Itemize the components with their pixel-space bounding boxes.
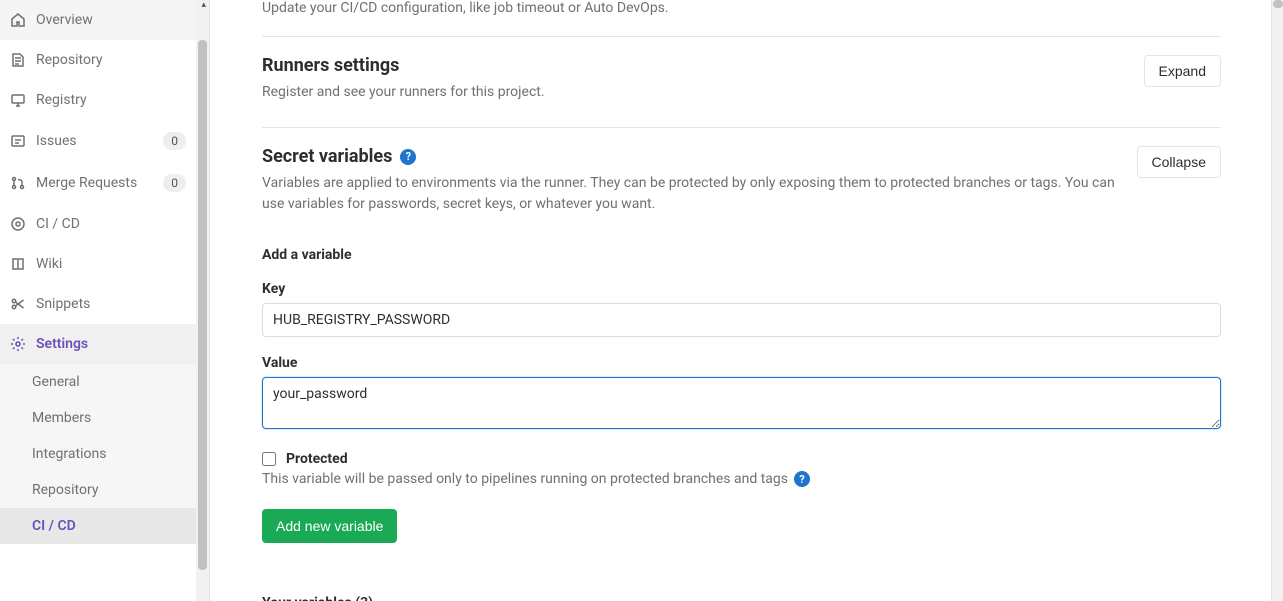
scissors-icon	[10, 296, 26, 312]
key-input[interactable]	[262, 303, 1221, 337]
home-icon	[10, 12, 26, 28]
protected-checkbox[interactable]	[262, 452, 276, 466]
value-input[interactable]	[262, 377, 1221, 429]
sidebar: Overview Repository Registry Issues 0 Me…	[0, 0, 210, 601]
protected-label: Protected	[286, 451, 348, 467]
sidebar-item-label: Issues	[36, 133, 153, 149]
secret-variables-section: Secret variables ? Variables are applied…	[262, 128, 1221, 601]
protected-help-text: This variable will be passed only to pip…	[262, 471, 788, 487]
sidebar-item-cicd[interactable]: CI / CD	[0, 204, 209, 244]
secret-desc: Variables are applied to environments vi…	[262, 173, 1117, 215]
sidebar-scrollbar-thumb[interactable]	[198, 40, 207, 570]
key-label: Key	[262, 281, 1221, 297]
expand-runners-button[interactable]: Expand	[1144, 55, 1221, 87]
sidebar-sub-general[interactable]: General	[0, 364, 209, 400]
sidebar-item-overview[interactable]: Overview	[0, 0, 209, 40]
sidebar-submenu: General Members Integrations Repository …	[0, 364, 209, 544]
page-scrollbar-thumb[interactable]	[1273, 0, 1283, 8]
sidebar-item-settings[interactable]: Settings	[0, 324, 209, 364]
merge-icon	[10, 175, 26, 191]
runners-desc: Register and see your runners for this p…	[262, 82, 1124, 103]
sidebar-sub-integrations[interactable]: Integrations	[0, 436, 209, 472]
sidebar-item-registry[interactable]: Registry	[0, 80, 209, 120]
issues-count-badge: 0	[163, 132, 186, 150]
scroll-up-arrow-icon: ▴	[201, 0, 206, 10]
add-variable-heading: Add a variable	[262, 247, 1221, 263]
monitor-icon	[10, 92, 26, 108]
book-icon	[10, 256, 26, 272]
sidebar-item-repository[interactable]: Repository	[0, 40, 209, 80]
mr-count-badge: 0	[163, 174, 186, 192]
add-variable-form: Add a variable Key Value Protected This …	[262, 247, 1221, 601]
secret-title-text: Secret variables	[262, 146, 392, 167]
add-new-variable-button[interactable]: Add new variable	[262, 509, 397, 543]
sidebar-item-label: Overview	[36, 12, 199, 28]
general-pipelines-desc: Update your CI/CD configuration, like jo…	[262, 0, 1221, 37]
gear-icon	[10, 336, 26, 352]
help-icon[interactable]: ?	[400, 149, 416, 165]
runners-section: Runners settings Register and see your r…	[262, 37, 1221, 128]
sidebar-item-issues[interactable]: Issues 0	[0, 120, 209, 162]
sidebar-item-wiki[interactable]: Wiki	[0, 244, 209, 284]
sidebar-sub-members[interactable]: Members	[0, 400, 209, 436]
your-variables-heading: Your variables (3)	[262, 595, 1221, 601]
secret-title: Secret variables ?	[262, 146, 1117, 167]
sidebar-item-label: CI / CD	[36, 216, 199, 232]
sidebar-sub-repository[interactable]: Repository	[0, 472, 209, 508]
runners-title: Runners settings	[262, 55, 1124, 76]
page-scrollbar[interactable]	[1271, 0, 1283, 601]
main-content: Update your CI/CD configuration, like jo…	[210, 0, 1271, 601]
sidebar-item-label: Settings	[36, 336, 199, 352]
sidebar-item-label: Merge Requests	[36, 175, 153, 191]
sidebar-item-label: Wiki	[36, 256, 199, 272]
file-icon	[10, 52, 26, 68]
sidebar-item-label: Repository	[36, 52, 199, 68]
sidebar-sub-cicd[interactable]: CI / CD	[0, 508, 209, 544]
value-label: Value	[262, 355, 1221, 371]
sidebar-scrollbar[interactable]: ▴	[196, 0, 209, 601]
collapse-secret-button[interactable]: Collapse	[1137, 146, 1221, 178]
sidebar-item-snippets[interactable]: Snippets	[0, 284, 209, 324]
sidebar-item-merge-requests[interactable]: Merge Requests 0	[0, 162, 209, 204]
issue-icon	[10, 133, 26, 149]
sidebar-item-label: Snippets	[36, 296, 199, 312]
sidebar-item-label: Registry	[36, 92, 199, 108]
ci-icon	[10, 216, 26, 232]
help-icon[interactable]: ?	[794, 471, 810, 487]
